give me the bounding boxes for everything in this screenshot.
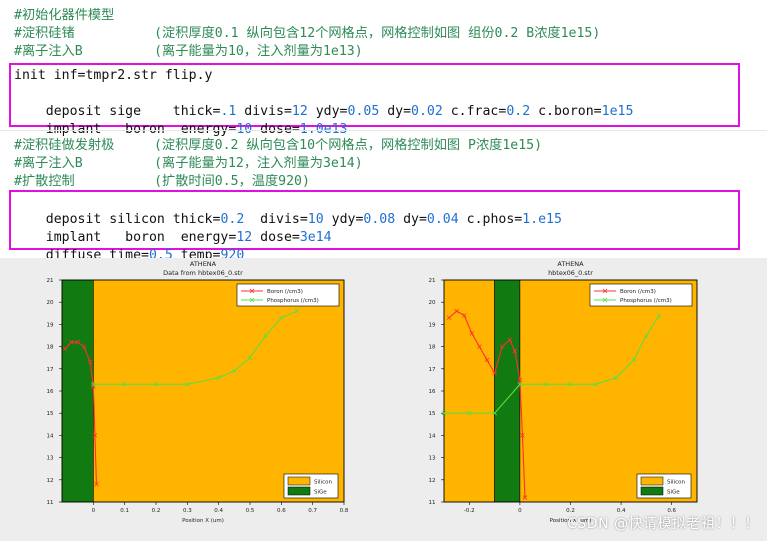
material-region bbox=[443, 279, 495, 503]
y-tick-label: 12 bbox=[429, 478, 436, 484]
legend-label: Boron (/cm3) bbox=[620, 289, 656, 295]
x-axis-label: Position X (um) bbox=[182, 518, 224, 524]
y-tick-label: 11 bbox=[429, 500, 436, 506]
x-tick-label: 0.6 bbox=[277, 508, 286, 514]
chart-app-title: ATHENA bbox=[190, 260, 217, 268]
y-tick-label: 16 bbox=[47, 389, 54, 395]
comment-line: #离子注入B (离子能量为12，注入剂量为3e14) bbox=[14, 156, 363, 171]
material-region bbox=[494, 279, 521, 503]
x-tick-label: 0.3 bbox=[183, 508, 192, 514]
material-swatch bbox=[287, 486, 311, 496]
watermark-text: CSDN @快请模拟老祖！！！ bbox=[567, 516, 759, 532]
x-tick-label: -0.2 bbox=[464, 508, 475, 514]
material-label: SiGe bbox=[314, 490, 327, 496]
legend-label: Phosphorus (/cm3) bbox=[267, 298, 319, 304]
material-swatch bbox=[640, 476, 664, 486]
legend-label: Phosphorus (/cm3) bbox=[620, 298, 672, 304]
y-tick-label: 20 bbox=[47, 300, 54, 306]
chart-subtitle: hbtex06_0.str bbox=[548, 269, 593, 277]
comment-line: #初始化器件模型 bbox=[14, 8, 115, 23]
material-label: Silicon bbox=[667, 480, 685, 486]
y-tick-label: 20 bbox=[429, 300, 436, 306]
comment-line: #扩散控制 (扩散时间0.5，温度920) bbox=[14, 174, 310, 189]
x-tick-label: 0.1 bbox=[120, 508, 129, 514]
chart-subtitle: Data from hbtex06_0.str bbox=[163, 269, 243, 277]
material-region bbox=[519, 279, 698, 503]
material-label: Silicon bbox=[314, 480, 332, 486]
y-tick-label: 16 bbox=[429, 389, 436, 395]
code-editor: #初始化器件模型 #淀积硅锗 (淀积厚度0.1 纵向包含12个网格点，网格控制如… bbox=[0, 0, 767, 263]
y-tick-label: 19 bbox=[429, 322, 436, 328]
divider bbox=[0, 130, 767, 131]
y-tick-label: 14 bbox=[47, 433, 54, 439]
material-label: SiGe bbox=[667, 490, 680, 496]
y-tick-label: 17 bbox=[429, 367, 436, 373]
x-tick-label: 0.5 bbox=[246, 508, 255, 514]
x-tick-label: 0.2 bbox=[152, 508, 161, 514]
y-tick-label: 21 bbox=[47, 278, 54, 284]
x-tick-label: 0 bbox=[518, 508, 522, 514]
y-tick-label: 12 bbox=[47, 478, 54, 484]
plots-panel: ATHENA Data from hbtex06_0.str 21 20 19 18 17 1… bbox=[0, 258, 767, 541]
y-tick-label: 14 bbox=[429, 433, 436, 439]
x-tick-label: 0.8 bbox=[340, 508, 349, 514]
x-tick-label: 0.4 bbox=[214, 508, 223, 514]
comment-line: #淀积硅锗 (淀积厚度0.1 纵向包含12个网格点，网格控制如图 组份0.2 B… bbox=[14, 26, 601, 41]
y-tick-label: 15 bbox=[429, 411, 436, 417]
x-tick-label: 0.7 bbox=[308, 508, 317, 514]
material-swatch bbox=[287, 476, 311, 486]
legend-label: Boron (/cm3) bbox=[267, 289, 303, 295]
y-tick-label: 11 bbox=[47, 500, 54, 506]
chart-app-title: ATHENA bbox=[557, 260, 584, 268]
y-tick-label: 21 bbox=[429, 278, 436, 284]
code-line: init inf=tmpr2.str flip.y bbox=[14, 68, 213, 83]
comment-line: #淀积硅做发射极 (淀积厚度0.2 纵向包含10个网格点，网格控制如图 P浓度1… bbox=[14, 138, 543, 153]
y-tick-label: 18 bbox=[429, 345, 436, 351]
material-region bbox=[93, 279, 345, 503]
doping-profile-chart-2: ATHENAhbtex06_0.str 21 20 19 18 17 16 15 14 13 12 1… bbox=[429, 260, 698, 524]
y-tick-label: 19 bbox=[47, 322, 54, 328]
x-tick-label: 0 bbox=[92, 508, 96, 514]
y-tick-label: 18 bbox=[47, 345, 54, 351]
doping-profile-chart-1: ATHENAData from hbtex06_0.str 21 20 19 18 17 1… bbox=[47, 260, 349, 524]
material-swatch bbox=[640, 486, 664, 496]
y-tick-label: 13 bbox=[47, 456, 54, 462]
comment-line: #离子注入B (离子能量为10，注入剂量为1e13) bbox=[14, 44, 363, 59]
y-tick-label: 15 bbox=[47, 411, 54, 417]
y-tick-label: 13 bbox=[429, 456, 436, 462]
material-region bbox=[61, 279, 94, 503]
y-tick-label: 17 bbox=[47, 367, 54, 373]
